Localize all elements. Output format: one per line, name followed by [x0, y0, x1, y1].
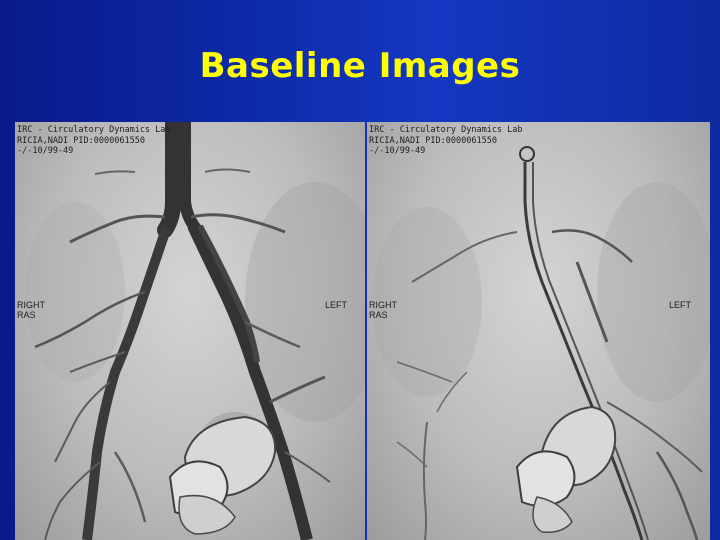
left-right-label: RIGHT: [17, 300, 45, 310]
right-header-line2: RICIA,NADI PID:0000061550: [369, 135, 497, 146]
slide-title: Baseline Images: [199, 46, 521, 86]
angiogram-right-vessels: [372, 146, 710, 540]
angiogram-right-image: IRC - Circulatory Dynamics Lab RICIA,NAD…: [367, 122, 710, 540]
right-image-left-marker: LEFT: [669, 300, 692, 310]
left-header-line3: -/-10/99-49: [17, 146, 74, 156]
left-image-header: IRC - Circulatory Dynamics Lab RICIA,NAD…: [17, 125, 171, 157]
left-ras-label: RAS: [17, 310, 36, 320]
left-image-right-marker: RIGHT RAS: [17, 300, 45, 320]
right-image-right-marker: RIGHT RAS: [369, 300, 397, 320]
angiogram-left-image: IRC - Circulatory Dynamics Lab RICIA,NAD…: [15, 122, 365, 540]
right-right-label: RIGHT: [369, 300, 397, 310]
right-image-header: IRC - Circulatory Dynamics Lab RICIA,NAD…: [369, 125, 523, 157]
right-ras-label: RAS: [369, 310, 388, 320]
left-header-line1: IRC - Circulatory Dynamics Lab: [17, 125, 171, 135]
left-image-left-marker: LEFT: [325, 300, 348, 310]
left-header-line2: RICIA,NADI PID:0000061550: [17, 135, 145, 146]
right-header-line1: IRC - Circulatory Dynamics Lab: [369, 125, 523, 135]
right-header-line3: -/-10/99-49: [369, 146, 426, 156]
angiogram-left-vessels: [25, 122, 365, 540]
